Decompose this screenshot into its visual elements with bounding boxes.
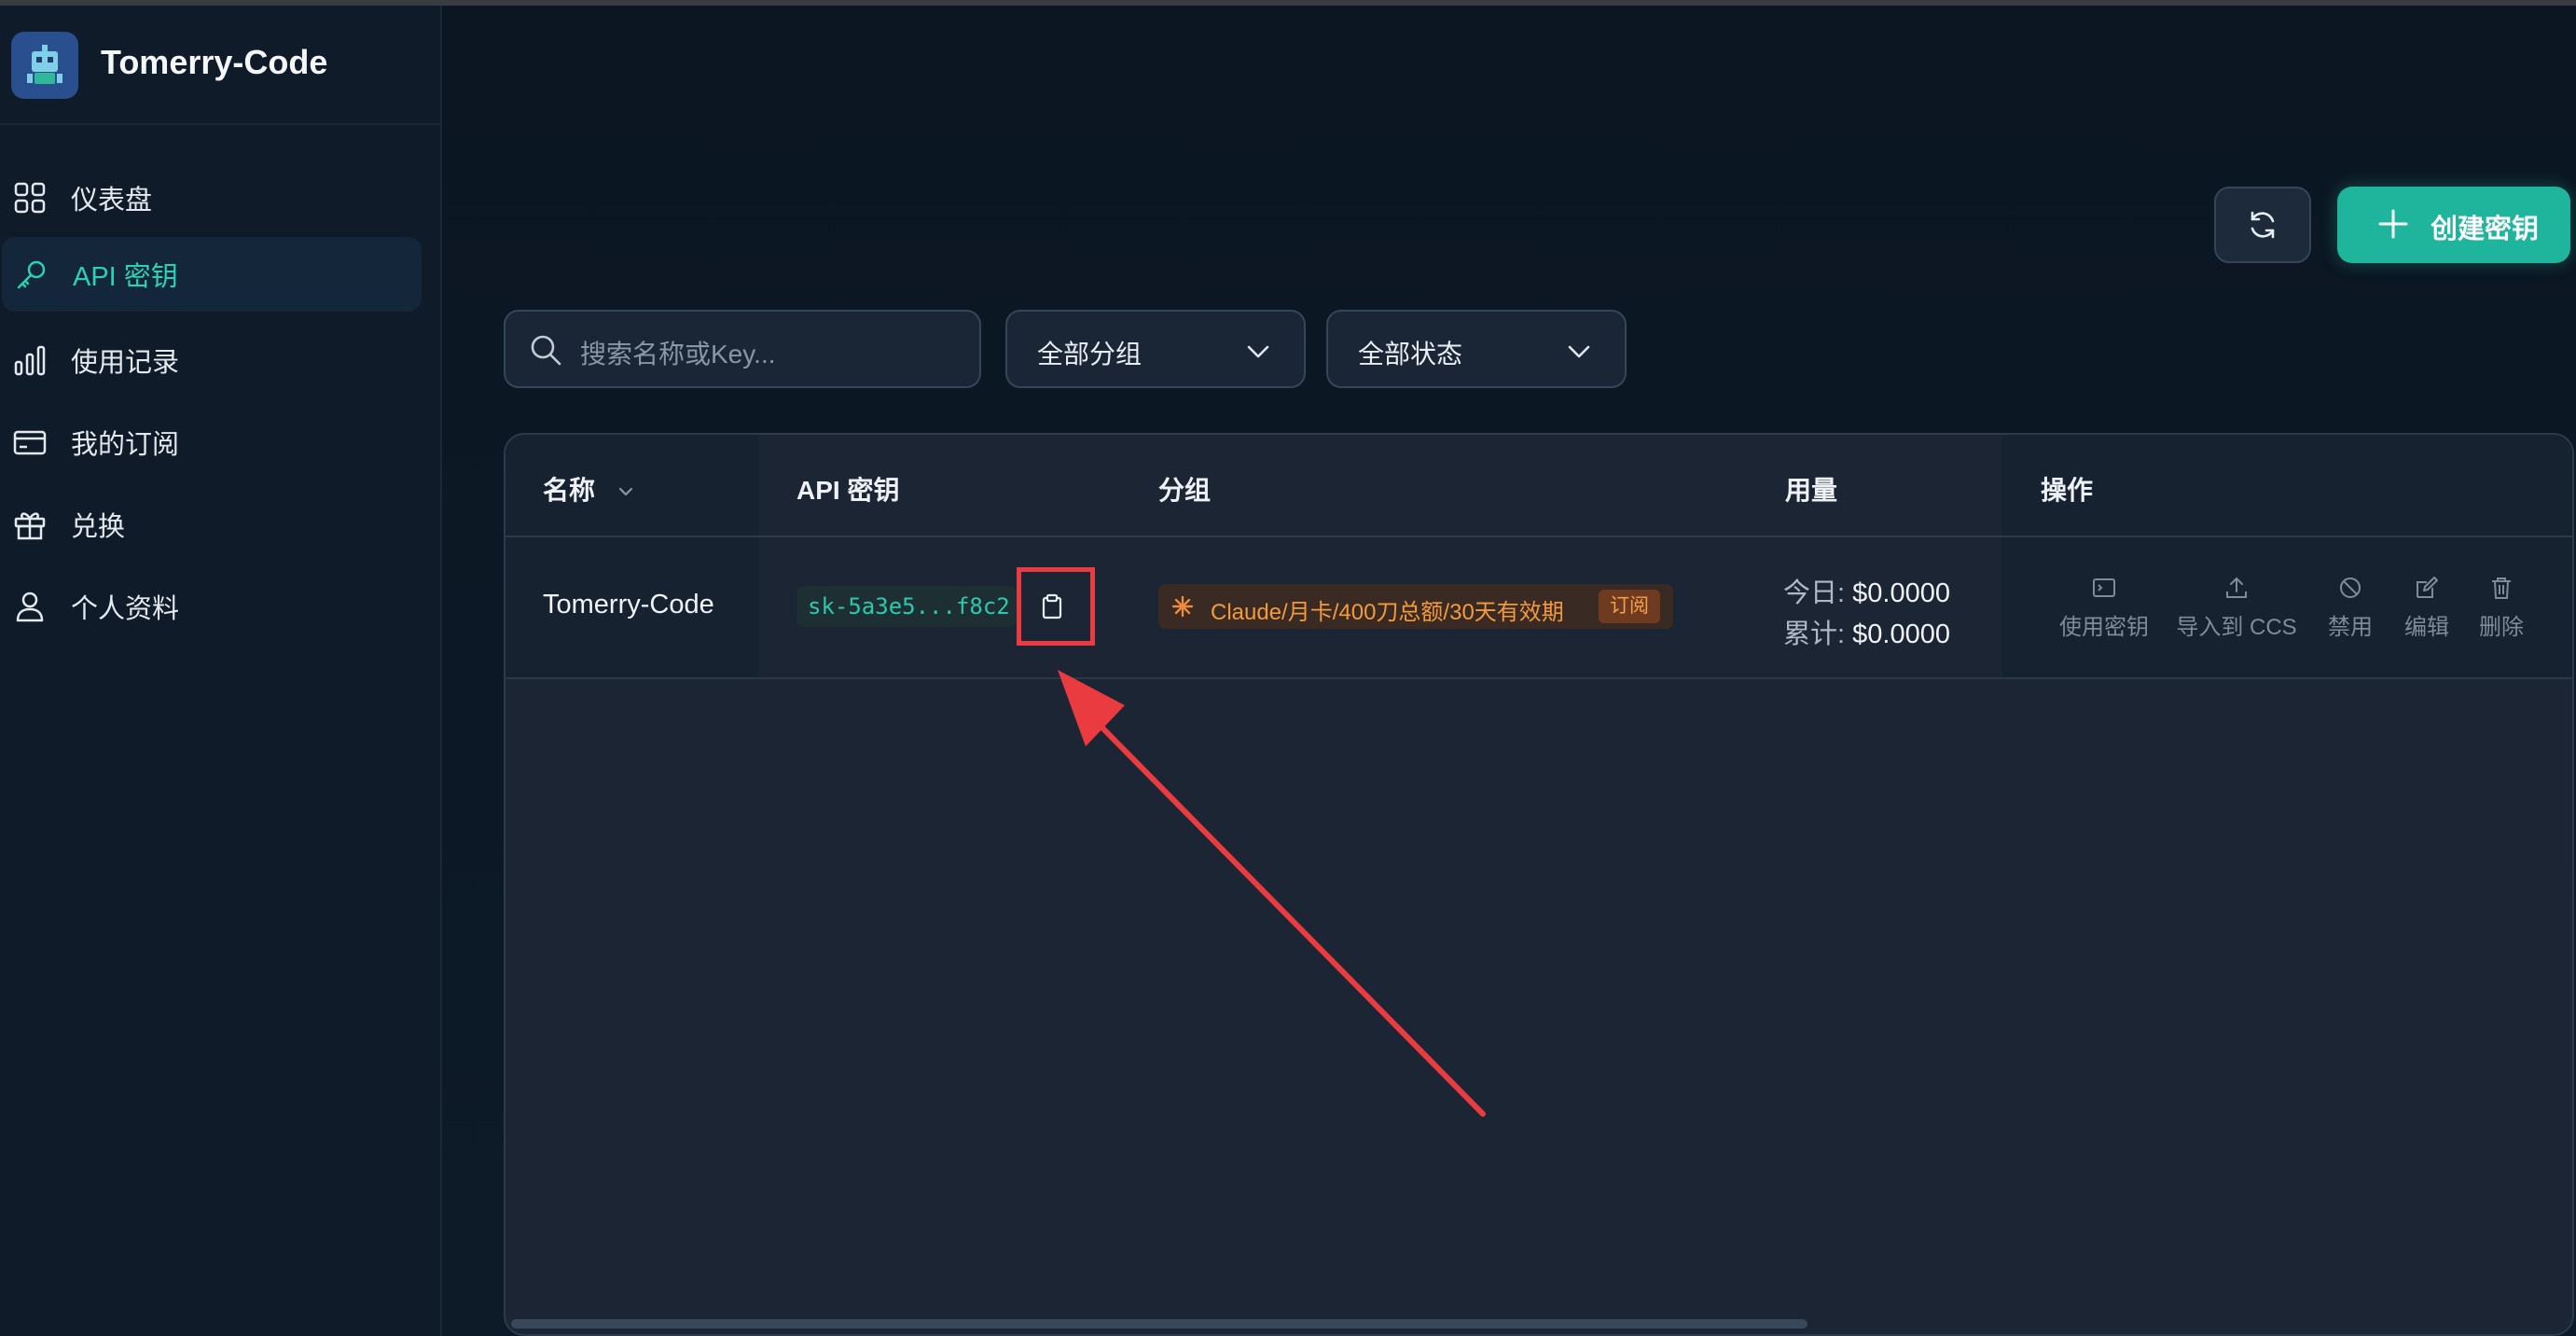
key-name: Tomerry-Code xyxy=(543,590,714,619)
disable-action[interactable]: 禁用 xyxy=(2322,575,2378,641)
grid-icon xyxy=(14,182,46,214)
ban-icon xyxy=(2340,578,2361,598)
sidebar-item-label: 兑换 xyxy=(71,512,126,542)
subscription-tag: 订阅 xyxy=(1599,590,1660,623)
chevron-down-icon xyxy=(1568,345,1590,358)
search-placeholder: 搜索名称或Key... xyxy=(580,340,776,369)
group-filter-value: 全部分组 xyxy=(1037,340,1143,369)
masked-api-key: sk-5a3e5...f8c2 xyxy=(796,586,1017,627)
header-name[interactable]: 名称 xyxy=(543,470,595,508)
sidebar-item-label: API 密钥 xyxy=(73,262,178,292)
group-name: Claude/月卡/400刀总额/30天有效期 xyxy=(1211,600,1564,625)
header-group: 分组 xyxy=(1158,476,1212,505)
app-name: Tomerry-Code xyxy=(101,43,328,81)
user-icon xyxy=(16,591,44,622)
plus-icon xyxy=(2378,209,2408,239)
table-header: 名称 API 密钥 分组 用量 操作 xyxy=(506,435,2572,537)
sidebar-item-redeem[interactable]: 兑换 xyxy=(0,487,420,562)
brand: Tomerry-Code xyxy=(0,6,440,125)
search-input[interactable]: 搜索名称或Key... xyxy=(504,310,981,388)
header-usage: 用量 xyxy=(1785,476,1838,505)
bar-chart-icon xyxy=(14,345,46,376)
sidebar-item-label: 我的订阅 xyxy=(71,430,180,460)
usage-total-value: $0.0000 xyxy=(1852,619,1950,649)
status-filter-select[interactable]: 全部状态 xyxy=(1326,310,1627,388)
sidebar-item-usage[interactable]: 使用记录 xyxy=(0,323,420,397)
sidebar-item-subscriptions[interactable]: 我的订阅 xyxy=(0,405,420,480)
search-icon xyxy=(531,335,561,366)
action-label: 禁用 xyxy=(2328,615,2373,640)
group-filter-select[interactable]: 全部分组 xyxy=(1005,310,1306,388)
credit-card-icon xyxy=(13,430,47,455)
refresh-button[interactable] xyxy=(2214,187,2311,263)
create-key-button[interactable]: 创建密钥 xyxy=(2337,187,2570,263)
edit-action[interactable]: 编辑 xyxy=(2399,575,2455,641)
action-label: 使用密钥 xyxy=(2059,615,2149,640)
header-key: API 密钥 xyxy=(796,476,900,505)
gift-icon xyxy=(14,512,46,540)
chevron-down-icon xyxy=(1247,345,1269,358)
annotation-highlight-box xyxy=(1017,567,1095,646)
terminal-icon xyxy=(2093,578,2115,597)
sidebar-item-api-keys[interactable]: API 密钥 xyxy=(2,237,422,312)
sidebar-item-label: 使用记录 xyxy=(71,348,180,378)
sidebar-item-profile[interactable]: 个人资料 xyxy=(0,569,420,644)
group-badge: Claude/月卡/400刀总额/30天有效期 订阅 xyxy=(1158,584,1673,629)
main-content: 创建密钥 搜索名称或Key... 全部分组 全部状态 名称 API 密钥 分组 xyxy=(442,6,2576,1336)
edit-icon xyxy=(2417,577,2438,598)
sidebar-item-dashboard[interactable]: 仪表盘 xyxy=(0,160,420,235)
delete-action[interactable]: 删除 xyxy=(2473,575,2529,641)
usage-today-value: $0.0000 xyxy=(1852,578,1950,608)
sidebar-item-label: 仪表盘 xyxy=(71,186,153,216)
create-key-label: 创建密钥 xyxy=(2431,215,2540,244)
header-actions: 操作 xyxy=(2041,476,2094,505)
action-label: 编辑 xyxy=(2404,615,2449,640)
usage-total: 累计: $0.0000 xyxy=(1783,612,1950,651)
robot-logo-icon xyxy=(11,32,78,99)
upload-icon xyxy=(2226,578,2247,598)
sidebar-item-label: 个人资料 xyxy=(71,594,180,624)
table-row: Tomerry-Code sk-5a3e5...f8c2 Claude/月卡/4… xyxy=(506,537,2572,679)
horizontal-scrollbar[interactable] xyxy=(511,1319,1807,1329)
claude-star-icon xyxy=(1171,595,1194,618)
usage-total-label: 累计: xyxy=(1783,619,1846,649)
action-label: 导入到 CCS xyxy=(2176,615,2297,640)
action-label: 删除 xyxy=(2479,615,2524,640)
usage-today-label: 今日: xyxy=(1783,578,1846,608)
trash-icon xyxy=(2492,578,2511,599)
sort-chevron-icon[interactable] xyxy=(616,481,636,502)
api-keys-table: 名称 API 密钥 分组 用量 操作 Tomerry-Code sk-5a3e5… xyxy=(504,433,2574,1336)
import-ccs-action[interactable]: 导入到 CCS xyxy=(2171,575,2302,641)
sidebar: Tomerry-Code 仪表盘 API 密钥 使用记录 我的订阅 兑换 个人资… xyxy=(0,6,442,1336)
status-filter-value: 全部状态 xyxy=(1358,340,1463,369)
usage-today: 今日: $0.0000 xyxy=(1783,571,1950,610)
key-icon xyxy=(17,260,46,289)
use-key-action[interactable]: 使用密钥 xyxy=(2057,575,2151,641)
refresh-icon xyxy=(2251,211,2275,239)
